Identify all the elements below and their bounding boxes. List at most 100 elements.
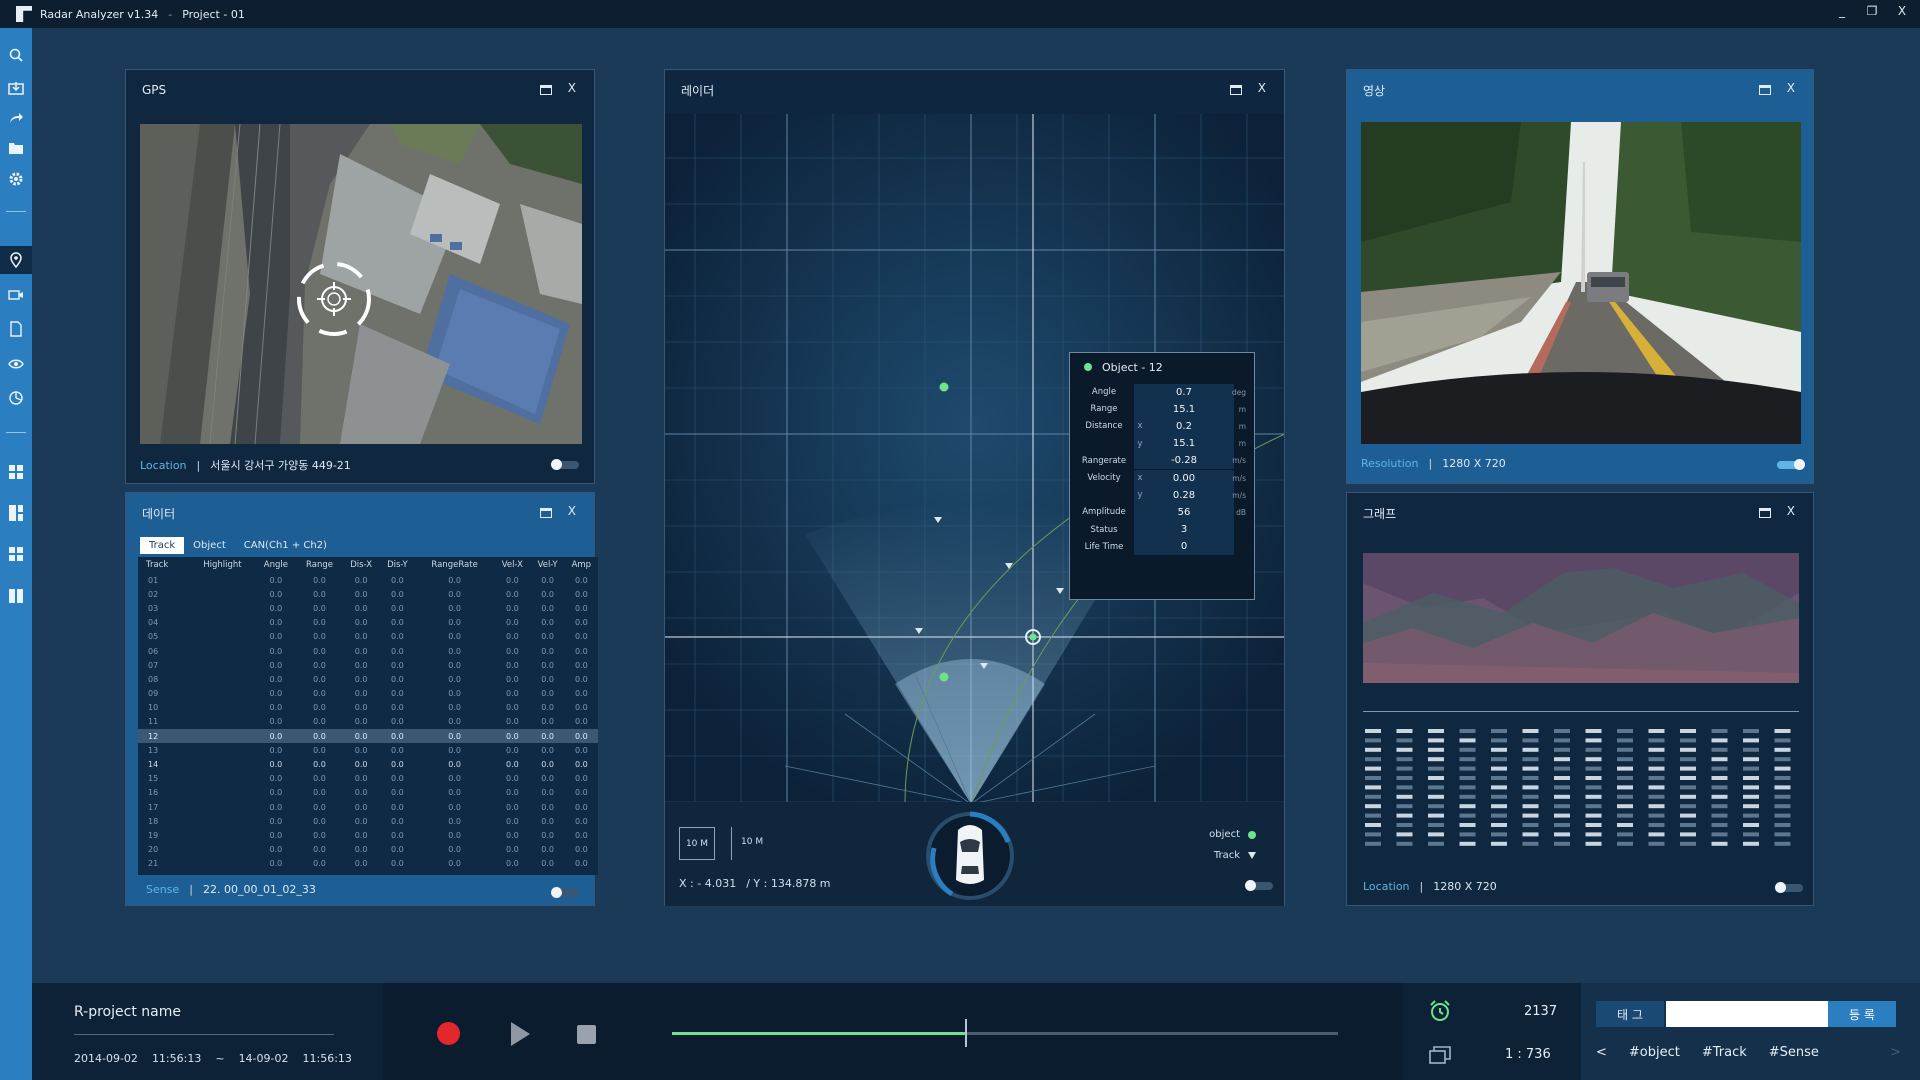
folder-icon[interactable] <box>0 134 32 162</box>
maximize-icon[interactable] <box>540 85 552 95</box>
gps-toggle[interactable] <box>551 459 579 470</box>
table-header-cell[interactable]: RangeRate <box>415 557 494 573</box>
split-icon[interactable] <box>0 582 32 610</box>
tab-track[interactable]: Track <box>140 537 185 554</box>
tab-object[interactable]: Object <box>184 537 235 554</box>
table-row[interactable]: 16 0.0 0.0 0.0 0.0 0.0 0.0 0.0 0.0 <box>138 786 598 800</box>
radar-object-point[interactable] <box>939 382 949 392</box>
radar-close-button[interactable]: X <box>1258 81 1266 95</box>
timeline-handle[interactable] <box>965 1019 968 1047</box>
table-header-cell[interactable]: Vel-Y <box>530 557 564 573</box>
table-header-cell[interactable]: Dis-Y <box>380 557 415 573</box>
data-close-button[interactable]: X <box>568 504 576 518</box>
table-row[interactable]: 02 0.0 0.0 0.0 0.0 0.0 0.0 0.0 0.0 <box>138 587 598 601</box>
location-icon[interactable] <box>0 246 32 274</box>
camera-icon[interactable] <box>0 281 32 309</box>
value-cell: 0.0 <box>391 859 404 869</box>
maximize-icon[interactable] <box>1759 508 1771 518</box>
track-id-cell: 06 <box>148 646 159 656</box>
frame-ratio: 1 : 736 <box>1505 1047 1551 1062</box>
tiles-icon[interactable] <box>0 540 32 568</box>
hashtag-track[interactable]: #Track <box>1702 1045 1747 1060</box>
value-cell: 0.0 <box>269 816 283 826</box>
stop-button[interactable] <box>577 1025 596 1044</box>
table-row[interactable]: 12 0.0 0.0 0.0 0.0 0.0 0.0 0.0 0.0 <box>138 729 598 744</box>
data-toggle[interactable] <box>551 887 579 898</box>
table-row[interactable]: 13 0.0 0.0 0.0 0.0 0.0 0.0 0.0 0.0 <box>138 743 598 757</box>
value-cell: 0.0 <box>448 859 461 869</box>
table-row[interactable]: 14 0.0 0.0 0.0 0.0 0.0 0.0 0.0 0.0 <box>138 757 598 771</box>
radar-object-point[interactable] <box>939 672 949 682</box>
radar-toggle[interactable] <box>1245 880 1273 891</box>
table-row[interactable]: 17 0.0 0.0 0.0 0.0 0.0 0.0 0.0 0.0 <box>138 800 598 814</box>
value-cell: 0.0 <box>564 729 598 744</box>
tag-next-button[interactable]: > <box>1890 1045 1901 1060</box>
hashtag-object[interactable]: #object <box>1629 1045 1680 1060</box>
restore-button[interactable]: ❐ <box>1864 4 1880 18</box>
tag-prev-button[interactable]: < <box>1596 1045 1607 1060</box>
share-icon[interactable] <box>0 104 32 132</box>
track-id-cell: 04 <box>148 618 159 628</box>
area-graph[interactable] <box>1363 553 1799 683</box>
value-cell: 0.0 <box>269 760 283 770</box>
table-row[interactable]: 09 0.0 0.0 0.0 0.0 0.0 0.0 0.0 0.0 <box>138 687 598 701</box>
track-table[interactable]: Track Highlight Angle Range Dis-X Dis-Y RangeR… <box>138 557 598 875</box>
table-header-cell[interactable]: Angle <box>255 557 296 573</box>
maximize-icon[interactable] <box>540 508 552 518</box>
maximize-icon[interactable] <box>1230 85 1242 95</box>
table-header-cell[interactable]: Vel-X <box>494 557 530 573</box>
tag-register-button[interactable]: 등 록 <box>1828 1001 1896 1027</box>
table-row[interactable]: 18 0.0 0.0 0.0 0.0 0.0 0.0 0.0 0.0 <box>138 814 598 828</box>
record-button[interactable] <box>437 1022 460 1045</box>
gps-close-button[interactable]: X <box>568 81 576 95</box>
table-header-cell[interactable]: Amp <box>565 557 598 573</box>
play-button[interactable] <box>511 1022 530 1046</box>
table-row[interactable]: 03 0.0 0.0 0.0 0.0 0.0 0.0 0.0 0.0 <box>138 601 598 615</box>
value-cell: 0.0 <box>342 729 380 744</box>
search-icon[interactable] <box>0 41 32 69</box>
value-cell: 0.0 <box>574 618 588 628</box>
eye-icon[interactable] <box>0 350 32 378</box>
table-header-cell[interactable]: Highlight <box>190 557 256 573</box>
graph-close-button[interactable]: X <box>1787 504 1795 518</box>
track-id-cell: 18 <box>148 816 159 826</box>
track-id-cell: 07 <box>148 660 159 670</box>
layout-icon[interactable] <box>0 499 32 527</box>
table-row[interactable]: 20 0.0 0.0 0.0 0.0 0.0 0.0 0.0 0.0 <box>138 843 598 857</box>
video-close-button[interactable]: X <box>1787 81 1795 95</box>
graph-toggle[interactable] <box>1775 882 1803 893</box>
table-row[interactable]: 07 0.0 0.0 0.0 0.0 0.0 0.0 0.0 0.0 <box>138 658 598 672</box>
table-header-cell[interactable]: Range <box>297 557 343 573</box>
table-row[interactable]: 04 0.0 0.0 0.0 0.0 0.0 0.0 0.0 0.0 <box>138 616 598 630</box>
track-id-cell: 13 <box>148 745 159 755</box>
video-toggle[interactable] <box>1777 459 1805 470</box>
value-cell: 0.0 <box>269 589 283 599</box>
import-icon[interactable] <box>0 74 32 102</box>
video-frame[interactable] <box>1361 122 1801 444</box>
tab-can[interactable]: CAN(Ch1 + Ch2) <box>235 537 336 554</box>
tag-input[interactable] <box>1666 1001 1828 1027</box>
document-icon[interactable] <box>0 315 32 343</box>
table-row[interactable]: 01 0.0 0.0 0.0 0.0 0.0 0.0 0.0 0.0 <box>138 573 598 587</box>
table-row[interactable]: 10 0.0 0.0 0.0 0.0 0.0 0.0 0.0 0.0 <box>138 701 598 715</box>
highlight-cell <box>190 715 256 729</box>
table-row[interactable]: 21 0.0 0.0 0.0 0.0 0.0 0.0 0.0 0.0 <box>138 857 598 871</box>
maximize-icon[interactable] <box>1759 85 1771 95</box>
close-button[interactable]: X <box>1894 4 1910 18</box>
satellite-map[interactable] <box>140 124 582 444</box>
timeline-slider[interactable] <box>672 1032 1338 1035</box>
table-row[interactable]: 06 0.0 0.0 0.0 0.0 0.0 0.0 0.0 0.0 <box>138 644 598 658</box>
table-row[interactable]: 11 0.0 0.0 0.0 0.0 0.0 0.0 0.0 0.0 <box>138 715 598 729</box>
value-cell: 0.0 <box>269 618 283 628</box>
table-row[interactable]: 05 0.0 0.0 0.0 0.0 0.0 0.0 0.0 0.0 <box>138 630 598 644</box>
table-row[interactable]: 19 0.0 0.0 0.0 0.0 0.0 0.0 0.0 0.0 <box>138 828 598 842</box>
settings-icon[interactable] <box>0 165 32 193</box>
minimize-button[interactable]: _ <box>1834 4 1850 18</box>
table-header-cell[interactable]: Track <box>138 557 190 573</box>
hashtag-sense[interactable]: #Sense <box>1769 1045 1819 1060</box>
table-row[interactable]: 08 0.0 0.0 0.0 0.0 0.0 0.0 0.0 0.0 <box>138 672 598 686</box>
grid-icon[interactable] <box>0 458 32 486</box>
table-header-cell[interactable]: Dis-X <box>343 557 380 573</box>
chart-icon[interactable] <box>0 384 32 412</box>
table-row[interactable]: 15 0.0 0.0 0.0 0.0 0.0 0.0 0.0 0.0 <box>138 772 598 786</box>
